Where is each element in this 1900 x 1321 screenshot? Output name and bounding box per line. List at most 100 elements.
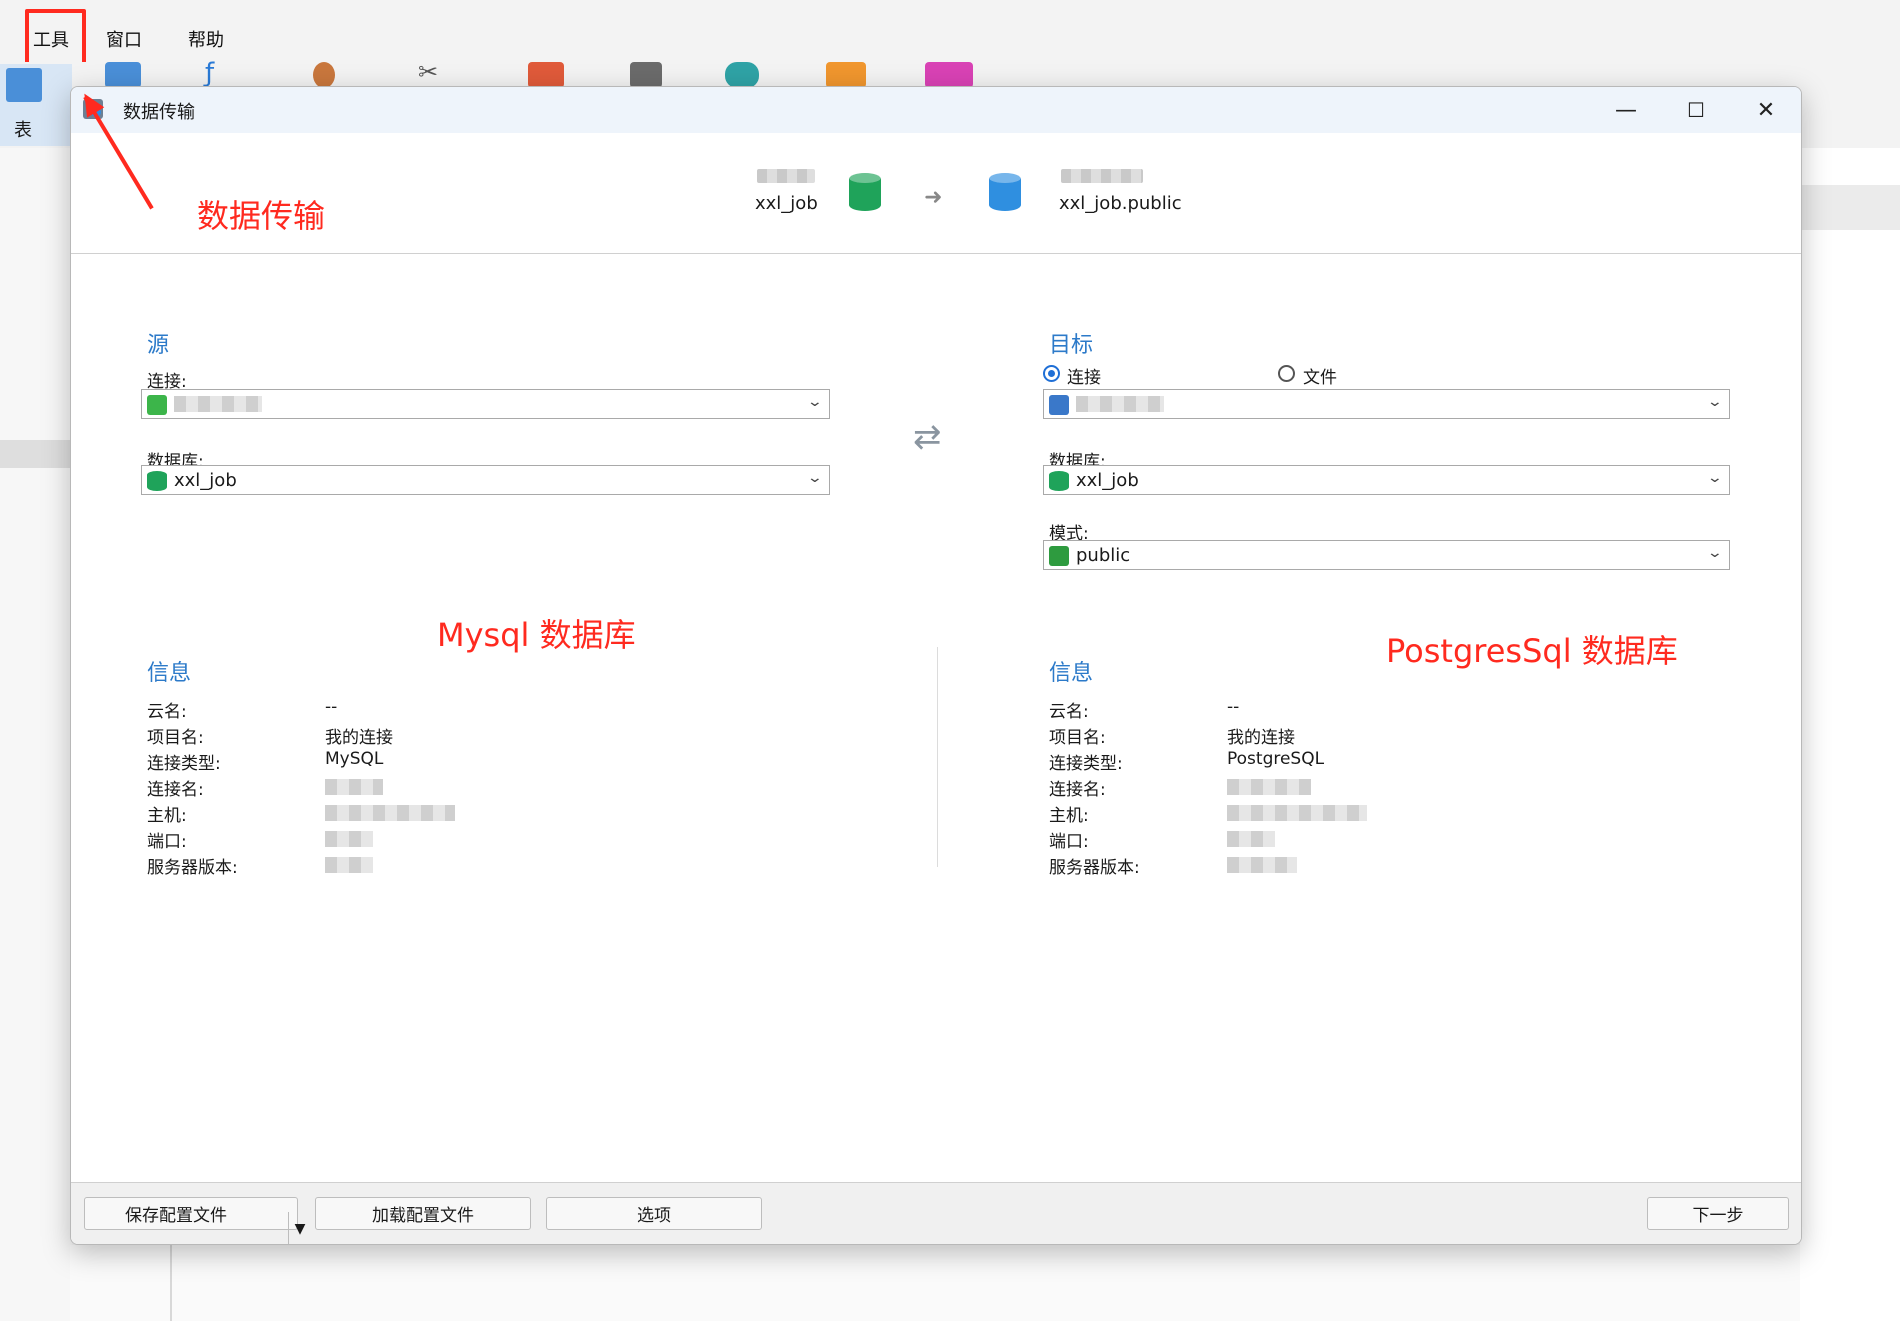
target-info-key: 端口:	[1049, 832, 1089, 852]
source-info-key: 服务器版本:	[147, 858, 238, 878]
target-connection-redacted	[1061, 169, 1143, 183]
database-icon	[147, 471, 167, 491]
menubar: 工具 窗口 帮助	[0, 0, 1900, 62]
redacted-value	[325, 779, 383, 795]
schema-icon	[1049, 546, 1069, 566]
object-panel-header	[1800, 185, 1900, 230]
source-connection-select[interactable]: ⌄	[141, 389, 830, 419]
target-info-value: 我的连接	[1227, 728, 1295, 748]
annotation-mysql: Mysql 数据库	[437, 616, 636, 654]
info-divider	[937, 647, 938, 867]
target-info-key: 云名:	[1049, 702, 1089, 722]
target-info-key: 主机:	[1049, 806, 1089, 826]
chevron-down-icon: ⌄	[1706, 545, 1724, 561]
chevron-down-icon: ⌄	[806, 470, 824, 486]
chevron-down-icon: ⌄	[1706, 394, 1724, 410]
chevron-down-icon: ⌄	[1706, 470, 1724, 486]
mysql-connection-icon	[147, 395, 167, 415]
postgresql-connection-icon	[1049, 395, 1069, 415]
chart-icon[interactable]	[925, 62, 973, 88]
divider	[170, 1245, 172, 1321]
dialog-title: 数据传输	[123, 102, 195, 123]
object-panel	[1800, 148, 1900, 1321]
source-info-key: 云名:	[147, 702, 187, 722]
target-info-title: 信息	[1049, 661, 1094, 686]
save-config-label: 保存配置文件	[125, 1206, 227, 1226]
dialog-footer: 保存配置文件 ▼ 加载配置文件 选项 下一步	[71, 1182, 1801, 1244]
annotation-highlight-box	[25, 9, 86, 70]
target-database-icon	[989, 173, 1021, 211]
target-info-key: 连接名:	[1049, 780, 1106, 800]
menu-window[interactable]: 窗口	[106, 26, 142, 52]
automation-icon[interactable]	[725, 62, 759, 88]
source-connection-redacted-value	[174, 396, 262, 412]
swap-icon[interactable]: ⇄	[913, 417, 942, 457]
source-database-value: xxl_job	[174, 469, 237, 491]
options-button[interactable]: 选项	[546, 1197, 762, 1230]
source-info-key: 连接类型:	[147, 754, 221, 774]
redacted-value	[325, 805, 455, 821]
target-info-value: --	[1227, 697, 1240, 717]
source-info-key: 项目名:	[147, 728, 204, 748]
model-icon[interactable]	[826, 62, 866, 88]
redacted-value	[325, 831, 373, 847]
menu-help[interactable]: 帮助	[188, 26, 224, 52]
source-database-select[interactable]: xxl_job ⌄	[141, 465, 830, 495]
target-database-select[interactable]: xxl_job ⌄	[1043, 465, 1730, 495]
next-button[interactable]: 下一步	[1647, 1197, 1789, 1230]
target-schema-select[interactable]: public ⌄	[1043, 540, 1730, 570]
source-info-key: 端口:	[147, 832, 187, 852]
chevron-down-icon[interactable]: ▼	[288, 1212, 311, 1244]
target-schema-value: public	[1076, 544, 1131, 566]
navigator-panel	[0, 148, 72, 1321]
target-connection-radio[interactable]	[1043, 365, 1060, 382]
redacted-value	[1227, 831, 1275, 847]
redacted-value	[1227, 779, 1311, 795]
redacted-value	[1227, 857, 1297, 873]
target-connection-radio-label: 连接	[1067, 368, 1101, 388]
table-icon	[6, 68, 42, 102]
chevron-down-icon: ⌄	[806, 394, 824, 410]
toolbar-table-button[interactable]	[0, 64, 72, 146]
target-info-key: 项目名:	[1049, 728, 1106, 748]
target-info-key: 服务器版本:	[1049, 858, 1140, 878]
save-config-button[interactable]: 保存配置文件 ▼	[84, 1197, 305, 1244]
query-icon[interactable]	[528, 62, 564, 88]
target-section-title: 目标	[1049, 333, 1094, 358]
transfer-header: xxl_job ➜ xxl_job.public	[71, 133, 1801, 254]
target-info-value: PostgreSQL	[1227, 749, 1325, 769]
source-info-title: 信息	[147, 661, 192, 686]
target-file-radio[interactable]	[1278, 365, 1295, 382]
target-connection-redacted-value	[1076, 396, 1164, 412]
close-button[interactable]: ✕	[1731, 87, 1801, 133]
annotation-postgres: PostgresSql 数据库	[1386, 632, 1678, 670]
redacted-value	[325, 857, 373, 873]
user-icon[interactable]	[313, 62, 335, 88]
arrow-right-icon: ➜	[924, 185, 943, 210]
source-info-value: --	[325, 697, 338, 717]
tools-icon[interactable]: ✂	[418, 58, 454, 86]
backup-icon[interactable]	[630, 62, 662, 88]
function-icon[interactable]: ƒ	[205, 58, 241, 88]
target-file-radio-label: 文件	[1303, 368, 1337, 388]
source-connection-redacted	[757, 169, 815, 183]
dialog-titlebar[interactable]: 数据传输 — ☐ ✕	[71, 87, 1801, 133]
source-info-value: 我的连接	[325, 728, 393, 748]
source-info-key: 主机:	[147, 806, 187, 826]
source-section-title: 源	[147, 333, 170, 358]
target-connection-select[interactable]: ⌄	[1043, 389, 1730, 419]
redacted-value	[1227, 805, 1367, 821]
minimize-button[interactable]: —	[1591, 87, 1661, 133]
maximize-button[interactable]: ☐	[1661, 87, 1731, 133]
load-config-button[interactable]: 加载配置文件	[315, 1197, 531, 1230]
toolbar-table-label: 表	[14, 120, 32, 141]
view-icon[interactable]	[105, 62, 141, 88]
database-icon	[1049, 471, 1069, 491]
source-info-key: 连接名:	[147, 780, 204, 800]
target-database-value: xxl_job	[1076, 469, 1139, 491]
status-area	[70, 1245, 1800, 1321]
target-info-key: 连接类型:	[1049, 754, 1123, 774]
source-info-value: MySQL	[325, 749, 384, 769]
header-target-db: xxl_job.public	[1059, 193, 1182, 214]
navigator-selected-row[interactable]	[0, 440, 72, 468]
